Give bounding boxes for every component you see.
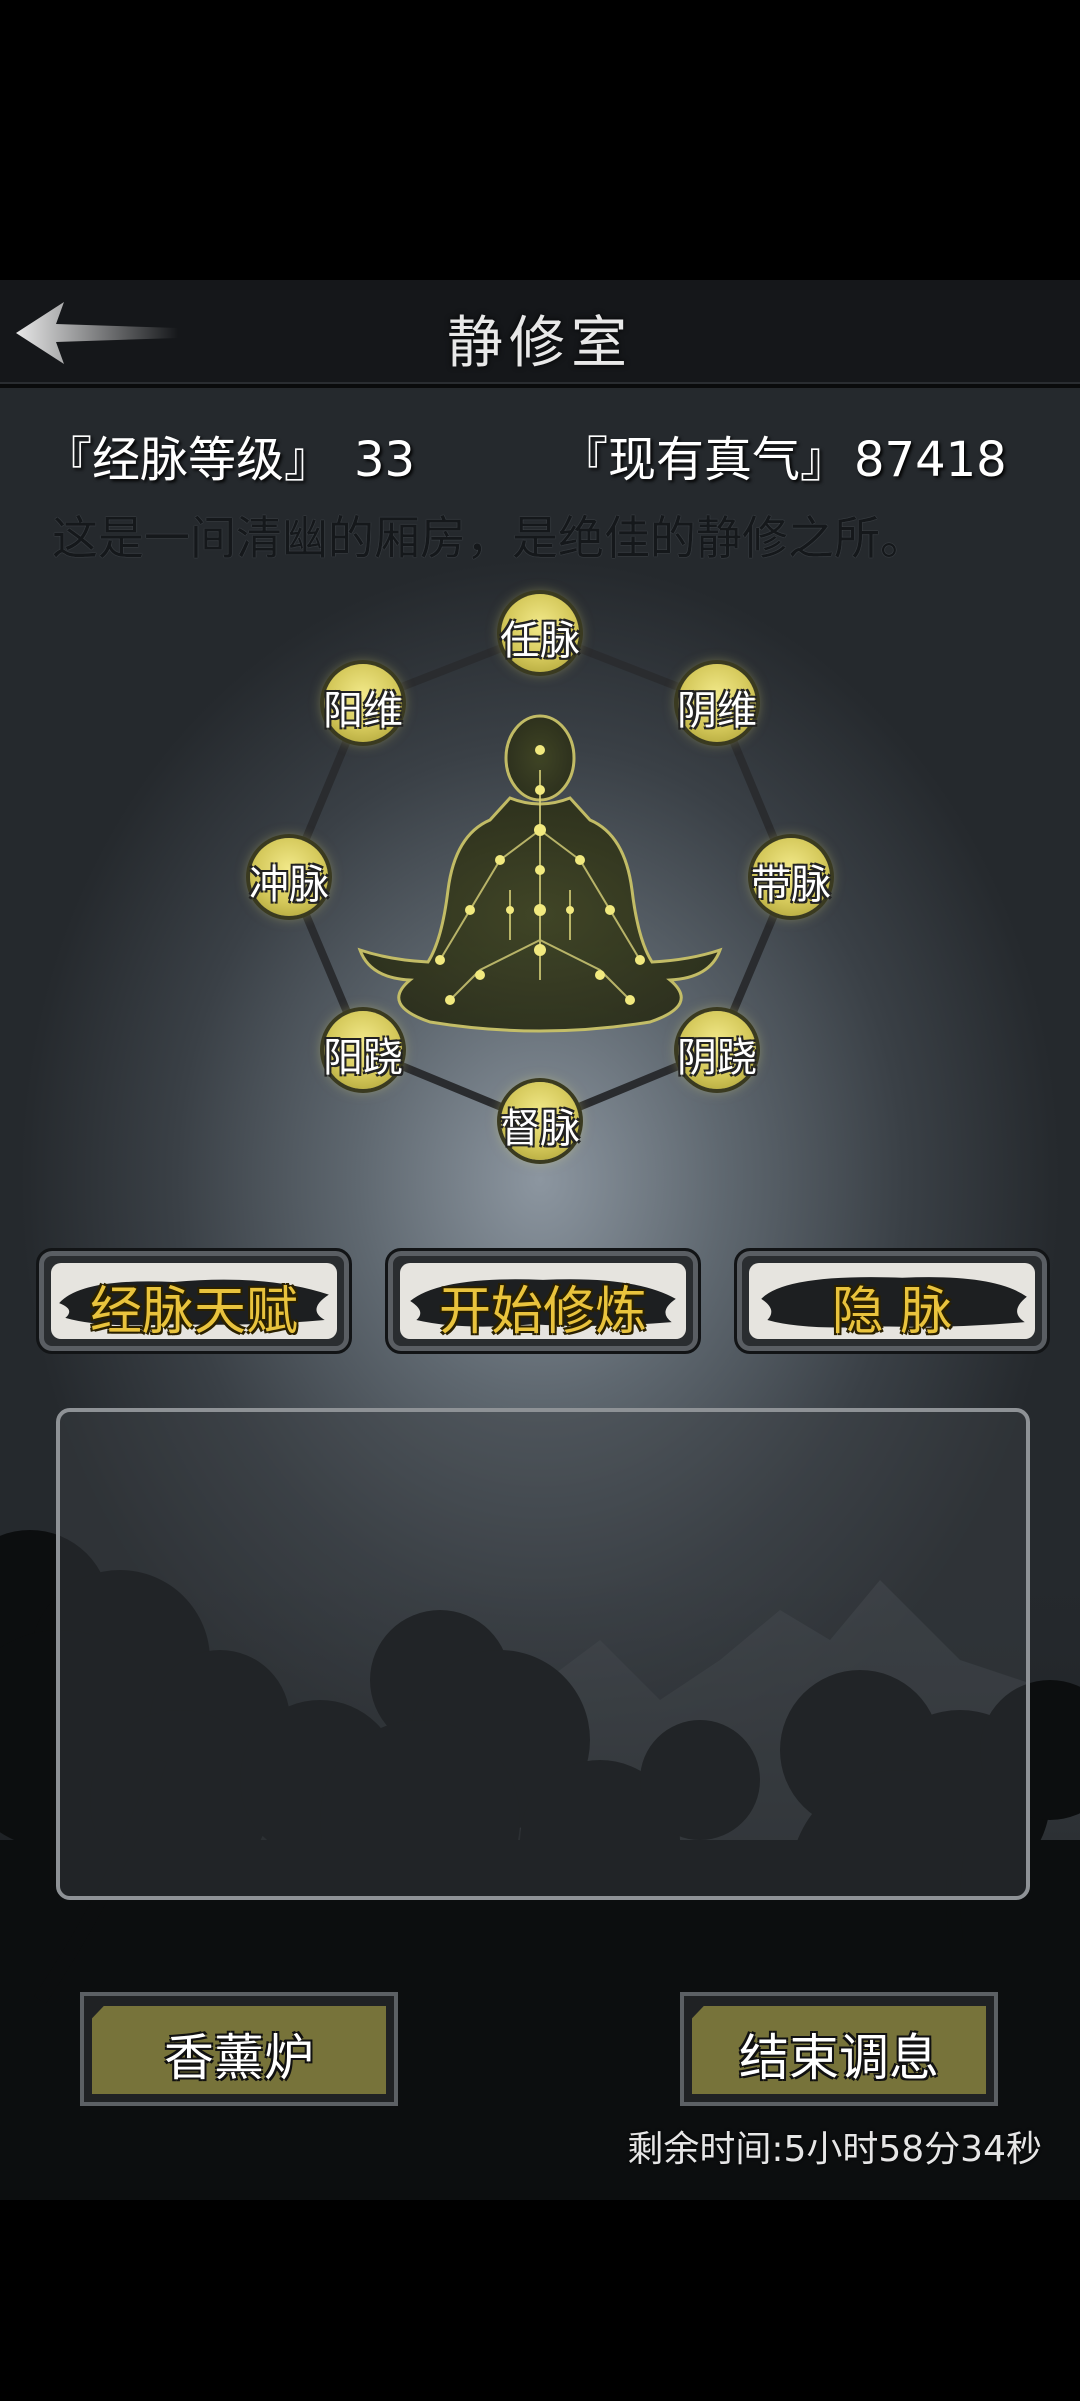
- meridian-level-label: 『经脉等级』: [44, 432, 333, 488]
- qi-stat: 『现有真气』 87418: [560, 420, 1007, 490]
- start-cultivate-label: 开始修炼: [438, 1282, 647, 1339]
- meridian-label-du: 督脉: [500, 1106, 580, 1152]
- meridian-diagram: 任脉 阳维 阴维 冲脉 带脉 阳跷 阴跷 督脉: [0, 580, 1080, 1500]
- title-bar: 静修室: [0, 280, 1080, 388]
- game-stage: 静修室 『经脉等级』 33 『现有真气』 87418 这是一间清幽的厢房，是绝佳的静…: [0, 280, 1080, 2200]
- message-log-panel[interactable]: [56, 1408, 1030, 1900]
- meridian-node-yang-wei[interactable]: 阳维: [323, 664, 403, 742]
- meridian-node-chong[interactable]: 冲脉: [249, 838, 329, 916]
- start-cultivate-button[interactable]: 开始修炼: [385, 1248, 701, 1354]
- meridian-level-stat: 『经脉等级』 33: [44, 420, 415, 490]
- meridian-label-ren: 任脉: [500, 618, 580, 664]
- meridian-node-yang-qiao[interactable]: 阳跷: [323, 1011, 403, 1089]
- page-title: 静修室: [447, 311, 633, 376]
- meridian-label-yang-wei: 阳维: [323, 688, 403, 734]
- meridian-label-dai: 带脉: [751, 862, 831, 908]
- meridian-node-yin-wei[interactable]: 阴维: [677, 664, 757, 742]
- qi-label: 『现有真气』: [560, 432, 849, 488]
- meditation-figure-icon: [357, 714, 723, 1033]
- incense-burner-label: 香薰炉: [164, 2029, 314, 2087]
- meridian-node-yin-qiao[interactable]: 阴跷: [677, 1011, 757, 1089]
- meridian-label-yin-wei: 阴维: [677, 688, 757, 734]
- meridian-talent-label: 经脉天赋: [89, 1282, 298, 1339]
- meridian-level-value: 33: [354, 432, 416, 488]
- hide-meridian-button[interactable]: 隐 脉: [734, 1248, 1050, 1354]
- incense-burner-button[interactable]: 香薰炉: [80, 1992, 398, 2106]
- hide-meridian-label: 隐 脉: [831, 1282, 953, 1339]
- remaining-time: 剩余时间:5小时58分34秒: [627, 2129, 1042, 2170]
- qi-value: 87418: [854, 432, 1007, 488]
- room-description: 这是一间清幽的厢房，是绝佳的静修之所。: [52, 511, 926, 565]
- meridian-label-yang-qiao: 阳跷: [323, 1035, 403, 1081]
- meridian-node-ren[interactable]: 任脉: [500, 594, 580, 672]
- meridian-talent-button[interactable]: 经脉天赋: [36, 1248, 352, 1354]
- meridian-node-du[interactable]: 督脉: [500, 1082, 580, 1160]
- meridian-label-chong: 冲脉: [249, 862, 329, 908]
- end-rest-button[interactable]: 结束调息: [680, 1992, 998, 2106]
- meridian-label-yin-qiao: 阴跷: [677, 1035, 757, 1081]
- meridian-node-dai[interactable]: 带脉: [751, 838, 831, 916]
- end-rest-label: 结束调息: [739, 2029, 939, 2087]
